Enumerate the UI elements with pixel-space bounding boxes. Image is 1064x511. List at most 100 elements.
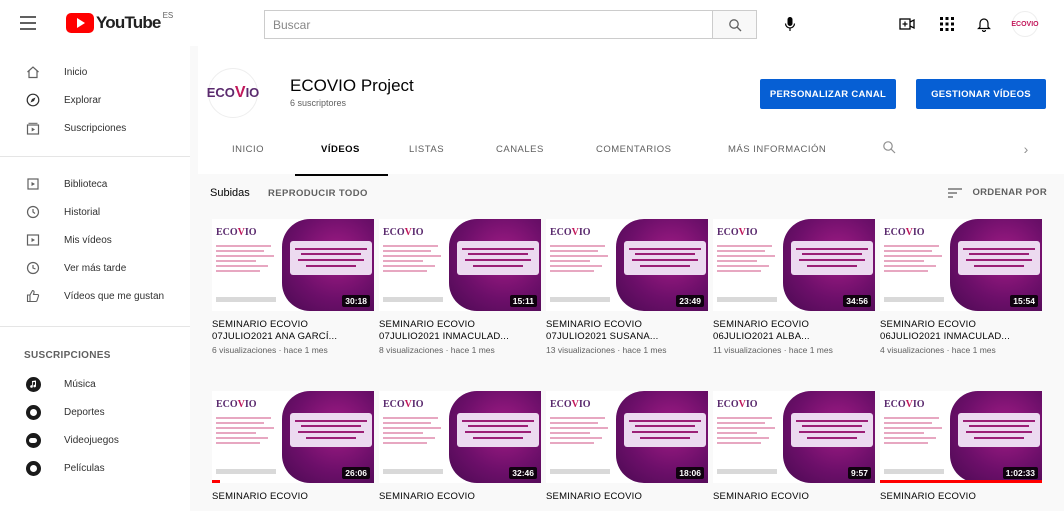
video-duration: 30:18 — [342, 295, 370, 307]
like-icon — [24, 287, 42, 305]
video-thumbnail[interactable]: ECOVIO 15:11 — [379, 219, 541, 311]
sidebar-item-subscriptions[interactable]: Suscripciones — [0, 114, 190, 142]
thumbnail-footer — [550, 297, 610, 302]
channel-avatar[interactable]: ECOVIO — [206, 68, 260, 118]
sidebar-item-sports[interactable]: Deportes — [0, 398, 190, 426]
video-title[interactable]: SEMINARIO ECOVIO — [212, 491, 374, 503]
channel-search-button[interactable] — [882, 140, 900, 158]
video-thumbnail[interactable]: ECOVIO 18:06 — [546, 391, 708, 483]
manage-videos-button[interactable]: GESTIONAR VÍDEOS — [916, 79, 1046, 109]
account-avatar[interactable]: ECOVIO — [1011, 11, 1039, 37]
video-title-line-1: SEMINARIO ECOVIO — [379, 319, 476, 330]
video-title-line-1: SEMINARIO ECOVIO — [713, 319, 810, 330]
video-thumbnail[interactable]: ECOVIO 26:06 — [212, 391, 374, 483]
thumbnail-title-card — [791, 241, 873, 275]
thumbnail-title-card — [457, 241, 539, 275]
tab-about[interactable]: MÁS INFORMACIÓN — [728, 144, 826, 155]
channel-tabs: INICIO VÍDEOS LISTAS CANALES COMENTARIOS… — [198, 128, 1064, 176]
thumbnail-text-lines — [383, 245, 443, 275]
video-title[interactable]: SEMINARIO ECOVIO 07JULIO2021 SUSANA... — [546, 319, 708, 343]
tab-home[interactable]: INICIO — [232, 144, 264, 155]
tab-comments[interactable]: COMENTARIOS — [596, 144, 672, 155]
thumbnail-logo: ECOVIO — [383, 227, 424, 238]
thumbnail-logo: ECOVIO — [884, 227, 925, 238]
video-title[interactable]: SEMINARIO ECOVIO — [379, 491, 541, 503]
video-thumbnail[interactable]: ECOVIO 9:57 — [713, 391, 875, 483]
video-title-line-1: SEMINARIO ECOVIO — [880, 491, 977, 502]
customize-channel-button[interactable]: PERSONALIZAR CANAL — [760, 79, 896, 109]
thumbnail-title-card — [457, 413, 539, 447]
video-duration: 26:06 — [342, 467, 370, 479]
video-thumbnail[interactable]: ECOVIO 23:49 — [546, 219, 708, 311]
sidebar-item-library[interactable]: Biblioteca — [0, 170, 190, 198]
video-title-line-2: 06JULIO2021 ALBA... — [713, 331, 810, 342]
thumbnail-slide-left: ECOVIO — [379, 391, 449, 483]
tab-channels[interactable]: CANALES — [496, 144, 544, 155]
create-video-icon — [899, 18, 915, 30]
youtube-logo[interactable]: YouTube ES — [66, 11, 173, 34]
mic-button[interactable] — [778, 12, 802, 36]
video-title[interactable]: SEMINARIO ECOVIO 07JULIO2021 INMACULAD... — [379, 319, 541, 343]
menu-icon[interactable] — [18, 13, 38, 33]
video-title[interactable]: SEMINARIO ECOVIO 07JULIO2021 ANA GARCÍ... — [212, 319, 374, 343]
uploads-section-header: Subidas REPRODUCIR TODO ORDENAR POR — [210, 187, 1055, 205]
search-input[interactable] — [264, 10, 712, 39]
notifications-button[interactable] — [972, 12, 996, 36]
create-video-button[interactable] — [895, 12, 919, 36]
watch-progress-bar — [880, 480, 1042, 483]
video-title[interactable]: SEMINARIO ECOVIO — [713, 491, 875, 503]
video-thumbnail[interactable]: ECOVIO 15:54 — [880, 219, 1042, 311]
thumbnail-title-card — [624, 241, 706, 275]
sidebar-item-history[interactable]: Historial — [0, 198, 190, 226]
video-title[interactable]: SEMINARIO ECOVIO — [546, 491, 708, 503]
thumbnail-title-card — [624, 413, 706, 447]
tab-videos[interactable]: VÍDEOS — [321, 144, 360, 155]
sidebar-item-liked-videos[interactable]: Vídeos que me gustan — [0, 282, 190, 310]
video-metadata: 13 visualizaciones · hace 1 mes — [546, 345, 667, 355]
chevron-right-icon[interactable]: › — [1018, 141, 1034, 159]
compass-icon — [24, 91, 42, 109]
history-icon — [24, 203, 42, 221]
video-metadata: 8 visualizaciones · hace 1 mes — [379, 345, 495, 355]
thumbnail-slide-left: ECOVIO — [880, 219, 950, 311]
subscriptions-icon — [24, 119, 42, 137]
video-thumbnail[interactable]: ECOVIO 30:18 — [212, 219, 374, 311]
video-title[interactable]: SEMINARIO ECOVIO — [880, 491, 1042, 503]
video-thumbnail[interactable]: ECOVIO 34:56 — [713, 219, 875, 311]
search-bar — [264, 10, 757, 39]
sidebar-item-label: Ver más tarde — [64, 262, 127, 274]
channel-avatar-logo: ECOVIO — [206, 84, 260, 101]
sidebar-item-label: Música — [64, 378, 96, 390]
sidebar-item-gaming[interactable]: Videojuegos — [0, 426, 190, 454]
video-title[interactable]: SEMINARIO ECOVIO 06JULIO2021 ALBA... — [713, 319, 875, 343]
video-metadata: 6 visualizaciones · hace 1 mes — [212, 345, 328, 355]
sidebar-item-explore[interactable]: Explorar — [0, 86, 190, 114]
thumbnail-text-lines — [884, 245, 944, 275]
video-title[interactable]: SEMINARIO ECOVIO 06JULIO2021 INMACULAD... — [880, 319, 1042, 343]
tab-playlists[interactable]: LISTAS — [409, 144, 444, 155]
thumbnail-footer — [383, 469, 443, 474]
uploads-title[interactable]: Subidas — [210, 187, 250, 199]
movies-channel-icon — [24, 459, 42, 477]
sidebar-item-home[interactable]: Inicio — [0, 58, 190, 86]
sidebar-item-music[interactable]: Música — [0, 370, 190, 398]
video-thumbnail[interactable]: ECOVIO 32:46 — [379, 391, 541, 483]
apps-button[interactable] — [935, 12, 959, 36]
sort-button[interactable]: ORDENAR POR — [948, 187, 1047, 198]
sidebar-item-movies[interactable]: Películas — [0, 454, 190, 482]
play-all-button[interactable]: REPRODUCIR TODO — [268, 188, 368, 199]
video-thumbnail[interactable]: ECOVIO 1:02:33 — [880, 391, 1042, 483]
thumbnail-text-lines — [550, 417, 610, 447]
thumbnail-slide-left: ECOVIO — [546, 219, 616, 311]
sidebar-item-label: Videojuegos — [64, 434, 119, 446]
thumbnail-text-lines — [550, 245, 610, 275]
thumbnail-slide-left: ECOVIO — [713, 391, 783, 483]
thumbnail-footer — [550, 469, 610, 474]
sidebar-item-my-videos[interactable]: Mis vídeos — [0, 226, 190, 254]
subscriptions-heading: SUSCRIPCIONES — [24, 350, 111, 361]
thumbnail-logo: ECOVIO — [717, 227, 758, 238]
channel-header: ECOVIO ECOVIO Project 6 suscriptores PER… — [198, 46, 1064, 176]
thumbnail-footer — [216, 469, 276, 474]
search-button[interactable] — [712, 10, 757, 39]
sidebar-item-watch-later[interactable]: Ver más tarde — [0, 254, 190, 282]
